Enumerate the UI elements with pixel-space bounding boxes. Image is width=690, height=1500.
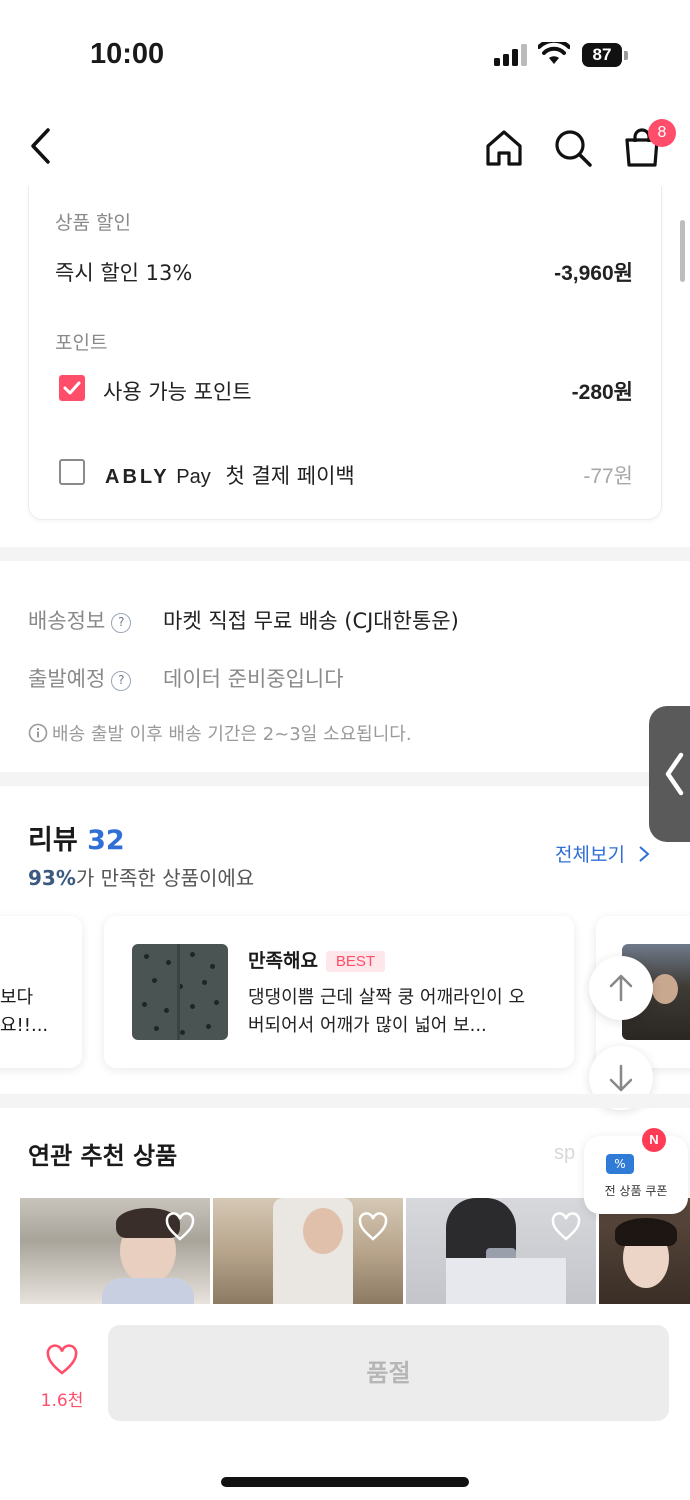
home-icon[interactable]	[484, 128, 524, 168]
shipping-note: 배송 출발 이후 배송 기간은 2~3일 소요됩니다.	[28, 720, 412, 746]
help-icon[interactable]: ?	[111, 671, 132, 691]
product-thumbnail[interactable]	[406, 1198, 596, 1304]
instant-discount-label: 즉시 할인 13%	[55, 261, 193, 285]
section-divider	[0, 547, 690, 561]
review-photo	[132, 944, 228, 1040]
wifi-icon	[538, 42, 570, 64]
chevron-left-icon	[665, 752, 684, 796]
payback-label: 첫 결제 페이백	[225, 464, 355, 488]
section-divider	[0, 772, 690, 786]
cart-count-badge: 8	[648, 119, 676, 147]
review-text: 댕댕이쁨 근데 살짝 쿵 어깨라인이 오버되어서 어깨가 많이 넓어 보...	[248, 987, 526, 1036]
shipping-info-value: 마켓 직접 무료 배송 (CJ대한통운)	[163, 609, 459, 633]
like-button[interactable]	[30, 1344, 94, 1380]
scrollbar[interactable]	[680, 220, 685, 282]
review-partial-line: 보다	[0, 987, 34, 1008]
side-drawer-tab[interactable]	[649, 706, 690, 842]
review-card-partial-text: 보다 요!!...	[0, 984, 48, 1040]
ably-pay-payback-row: ABLY Pay 첫 결제 페이백	[105, 460, 355, 490]
satisfaction-text: 가 만족한 상품이에요	[75, 866, 255, 890]
point-section-label: 포인트	[55, 332, 108, 354]
product-thumbnail[interactable]	[213, 1198, 403, 1304]
ably-logo: ABLY	[105, 466, 170, 488]
rating-text: 만족해요	[248, 950, 318, 972]
all-products-coupon-button[interactable]: % 전 상품 쿠폰	[584, 1136, 688, 1214]
battery-icon: 87	[582, 43, 622, 67]
coupon-label: 전 상품 쿠폰	[604, 1184, 668, 1198]
available-point-label: 사용 가능 포인트	[103, 380, 252, 404]
payback-checkbox[interactable]	[59, 459, 85, 485]
review-count: 32	[87, 825, 125, 856]
cellular-signal-icon	[494, 44, 527, 66]
best-badge: BEST	[325, 951, 386, 972]
section-divider	[0, 1094, 690, 1108]
coupon-icon: %	[606, 1154, 634, 1174]
see-all-reviews-link[interactable]: 전체보기	[555, 840, 651, 867]
satisfaction-percent: 93%	[28, 866, 76, 890]
product-discount-label: 상품 할인	[55, 212, 131, 234]
heart-outline-icon[interactable]	[357, 1212, 389, 1242]
help-icon[interactable]: ?	[111, 613, 132, 633]
departure-value: 데이터 준비중입니다	[163, 667, 344, 691]
review-card[interactable]: 만족해요 BEST 댕댕이쁨 근데 살짝 쿵 어깨라인이 오버되어서 어깨가 많이…	[104, 916, 574, 1068]
sold-out-button[interactable]: 품절	[108, 1325, 669, 1421]
sponsored-label: sp	[554, 1142, 576, 1164]
pay-word: Pay	[176, 466, 211, 488]
like-count: 1.6천	[40, 1391, 84, 1411]
product-thumbnail[interactable]	[20, 1198, 210, 1304]
home-indicator[interactable]	[221, 1477, 469, 1487]
review-partial-line: 요!!...	[0, 1015, 49, 1036]
heart-outline-icon	[46, 1344, 78, 1375]
review-title: 리뷰 32	[28, 818, 125, 857]
shipping-info-text: 배송정보	[28, 609, 106, 633]
review-rating-label: 만족해요 BEST	[248, 946, 386, 973]
review-title-text: 리뷰	[28, 825, 78, 856]
bottom-action-bar: 1.6천 품절	[0, 1304, 690, 1500]
departure-text: 출발예정	[28, 667, 106, 691]
arrow-up-icon	[609, 974, 633, 1002]
heart-outline-icon[interactable]	[550, 1212, 582, 1242]
payback-amount: -77원	[583, 465, 633, 488]
battery-tip	[624, 51, 628, 60]
status-bar: 10:00 87	[0, 0, 690, 100]
shipping-note-text: 배송 출발 이후 배송 기간은 2~3일 소요됩니다.	[52, 724, 412, 745]
info-icon	[28, 723, 48, 743]
chevron-right-icon	[639, 846, 650, 862]
status-time: 10:00	[90, 38, 165, 70]
heart-outline-icon[interactable]	[164, 1212, 196, 1242]
review-card[interactable]: 보다 요!!...	[0, 916, 82, 1068]
available-point-checkbox[interactable]	[59, 375, 85, 401]
back-arrow-icon[interactable]	[28, 126, 54, 166]
related-products-title: 연관 추천 상품	[28, 1142, 178, 1170]
top-nav	[0, 110, 690, 186]
see-all-text: 전체보기	[555, 844, 625, 866]
search-icon[interactable]	[553, 128, 593, 168]
departure-label: 출발예정?	[28, 663, 132, 693]
discount-card: 상품 할인 즉시 할인 13% -3,960원 포인트 사용 가능 포인트 -2…	[28, 186, 662, 520]
available-point-amount: -280원	[571, 381, 633, 404]
scroll-up-button[interactable]	[589, 956, 653, 1020]
new-badge: N	[642, 1128, 666, 1152]
shipping-info-label: 배송정보?	[28, 605, 132, 635]
checkmark-icon	[63, 381, 81, 395]
review-satisfaction: 93%가 만족한 상품이에요	[28, 862, 254, 891]
instant-discount-amount: -3,960원	[554, 262, 633, 285]
